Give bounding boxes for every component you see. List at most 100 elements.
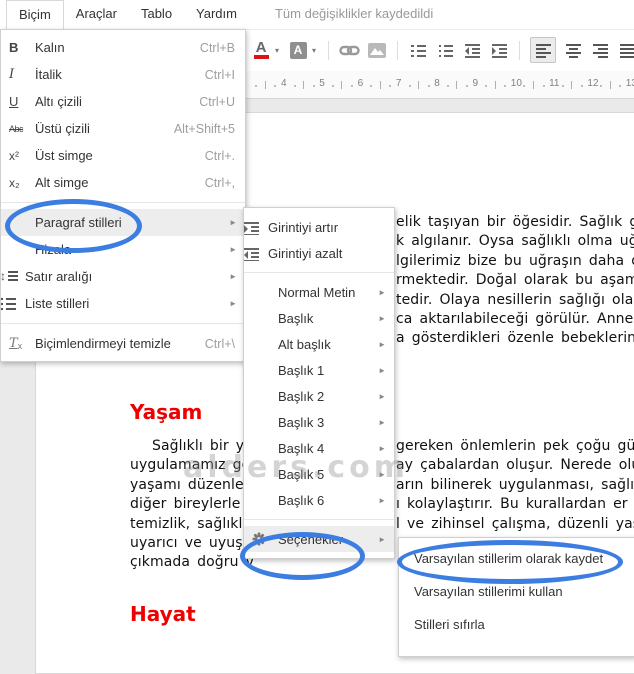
menu-item-label: İtalik bbox=[35, 67, 62, 82]
numbered-list-icon bbox=[410, 42, 426, 58]
numbered-list-button[interactable] bbox=[408, 38, 428, 62]
highlight-color-button[interactable]: A bbox=[288, 38, 308, 62]
ruler-tick bbox=[542, 85, 545, 87]
align-right-button[interactable] bbox=[590, 38, 610, 62]
menu-item-label: Başlık bbox=[278, 310, 314, 326]
ruler-tick bbox=[264, 81, 266, 89]
increase-indent-icon bbox=[491, 42, 507, 58]
menu-item-italic[interactable]: İtalik Ctrl+I bbox=[1, 61, 245, 88]
toolbar-separator bbox=[519, 40, 521, 60]
menu-item-label: Kalın bbox=[35, 40, 65, 55]
format-menu: Kalın Ctrl+B İtalik Ctrl+I Altı çizili Ctrl+U… bbox=[0, 29, 246, 362]
insert-image-button[interactable] bbox=[367, 38, 387, 62]
menu-item-heading-6[interactable]: Başlık 6 ► bbox=[244, 487, 394, 513]
menu-item-clear-formatting[interactable]: Biçimlendirmeyi temizle Ctrl+\ bbox=[1, 330, 245, 357]
ruler-tick bbox=[504, 85, 507, 87]
menu-item-subscript[interactable]: Alt simge Ctrl+, bbox=[1, 169, 245, 196]
ruler-tick bbox=[494, 81, 496, 89]
menu-item-superscript[interactable]: Üst simge Ctrl+. bbox=[1, 142, 245, 169]
document-text-line: k algılanır. Oysa sağlıklı olma uğrund bbox=[396, 233, 634, 250]
site-watermark: alders.com bbox=[183, 450, 410, 485]
align-center-button[interactable] bbox=[563, 38, 583, 62]
indent-decrease-icon bbox=[244, 245, 268, 261]
bulleted-list-button[interactable] bbox=[435, 38, 455, 62]
menubar-item-format[interactable]: Biçim bbox=[6, 0, 64, 29]
submenu-arrow-icon: ► bbox=[378, 287, 386, 297]
insert-image-icon bbox=[368, 42, 387, 58]
menu-item-label: Varsayılan stillerimi kullan bbox=[414, 584, 563, 599]
ruler-tick bbox=[561, 85, 564, 87]
menu-item-underline[interactable]: Altı çizili Ctrl+U bbox=[1, 88, 245, 115]
ruler-tick bbox=[351, 85, 353, 87]
menu-item-heading-2[interactable]: Başlık 2 ► bbox=[244, 383, 394, 409]
subscript-icon bbox=[1, 176, 35, 190]
menu-item-heading-3[interactable]: Başlık 3 ► bbox=[244, 409, 394, 435]
justify-icon bbox=[619, 42, 634, 58]
menubar-item-help[interactable]: Yardım bbox=[184, 0, 249, 29]
annotation-ellipse-paragraph-styles bbox=[5, 199, 142, 253]
ruler-tick bbox=[532, 81, 534, 89]
menu-item-bold[interactable]: Kalın Ctrl+B bbox=[1, 34, 245, 61]
menu-item-subtitle[interactable]: Alt başlık ► bbox=[244, 331, 394, 357]
menu-item-title[interactable]: Başlık ► bbox=[244, 305, 394, 331]
ruler-number: 4 bbox=[281, 78, 287, 89]
ruler-tick bbox=[619, 85, 622, 87]
ruler-tick bbox=[408, 85, 411, 87]
ruler-tick bbox=[331, 85, 334, 87]
indent-increase-icon bbox=[244, 219, 268, 235]
ruler-tick bbox=[446, 85, 449, 87]
line-spacing-icon bbox=[0, 269, 25, 284]
menu-item-label: Alt simge bbox=[35, 175, 89, 190]
menu-item-label: Girintiyi artır bbox=[268, 219, 339, 235]
align-left-button[interactable] bbox=[530, 37, 557, 63]
menu-item-increase-indent[interactable]: Girintiyi artır bbox=[244, 214, 394, 240]
text-color-caret-icon[interactable]: ▾ bbox=[275, 46, 279, 55]
insert-link-button[interactable] bbox=[339, 38, 360, 62]
ruler-tick bbox=[303, 81, 305, 89]
ruler-tick bbox=[389, 85, 392, 87]
menubar-item-tools[interactable]: Araçlar bbox=[64, 0, 129, 29]
menubar-item-table[interactable]: Tablo bbox=[129, 0, 184, 29]
menu-item-label: Üst simge bbox=[35, 148, 93, 163]
align-center-icon bbox=[565, 42, 581, 58]
menu-shortcut: Ctrl+. bbox=[204, 148, 235, 163]
decrease-indent-button[interactable] bbox=[462, 38, 482, 62]
underline-icon bbox=[1, 94, 35, 109]
italic-icon bbox=[1, 67, 35, 82]
menu-item-label: Liste stilleri bbox=[25, 296, 90, 311]
menu-shortcut: Ctrl+\ bbox=[204, 336, 235, 351]
ruler-tick bbox=[255, 85, 258, 87]
ruler-tick bbox=[427, 85, 430, 87]
clear-formatting-icon bbox=[1, 336, 35, 351]
highlight-color-icon: A bbox=[289, 41, 307, 59]
bold-icon bbox=[1, 40, 35, 55]
annotation-ellipse-options bbox=[240, 532, 365, 580]
menu-item-normal-text[interactable]: Normal Metin ► bbox=[244, 279, 394, 305]
submenu-arrow-icon: ► bbox=[378, 339, 386, 349]
document-heading-hayat: Hayat bbox=[130, 602, 196, 626]
justify-button[interactable] bbox=[617, 38, 634, 62]
align-right-icon bbox=[592, 42, 608, 58]
menu-item-decrease-indent[interactable]: Girintiyi azalt bbox=[244, 240, 394, 266]
text-color-button[interactable]: A bbox=[251, 38, 271, 62]
submenu-arrow-icon: ► bbox=[378, 365, 386, 375]
menu-item-label: Biçimlendirmeyi temizle bbox=[35, 336, 171, 351]
menu-item-reset-styles[interactable]: Stilleri sıfırla bbox=[399, 608, 634, 641]
submenu-arrow-icon: ► bbox=[378, 534, 386, 544]
ruler-tick bbox=[341, 81, 343, 89]
increase-indent-button[interactable] bbox=[489, 38, 509, 62]
ruler-number: 6 bbox=[357, 78, 364, 89]
menu-item-strikethrough[interactable]: Üstü çizili Alt+Shift+5 bbox=[1, 115, 245, 142]
superscript-icon bbox=[1, 149, 35, 163]
menu-item-list-styles[interactable]: Liste stilleri ► bbox=[1, 290, 245, 317]
document-text-line: elik taşıyan bir öğesidir. Sağlık gene bbox=[396, 214, 634, 230]
menu-item-line-spacing[interactable]: Satır aralığı► bbox=[0, 263, 245, 290]
ruler-number: 11 bbox=[549, 78, 560, 89]
ruler-number: 10 bbox=[510, 78, 522, 89]
menu-shortcut: Ctrl+B bbox=[199, 40, 235, 55]
highlight-color-caret-icon[interactable]: ▾ bbox=[312, 46, 316, 55]
menu-separator bbox=[1, 323, 245, 324]
document-text-line: tedir. Olaya nesillerin sağlığı olarak bbox=[396, 291, 634, 308]
menu-item-heading-1[interactable]: Başlık 1 ► bbox=[244, 357, 394, 383]
document-text-line: l ve zihinsel çalışma, düzenli yaşa bbox=[396, 515, 634, 532]
